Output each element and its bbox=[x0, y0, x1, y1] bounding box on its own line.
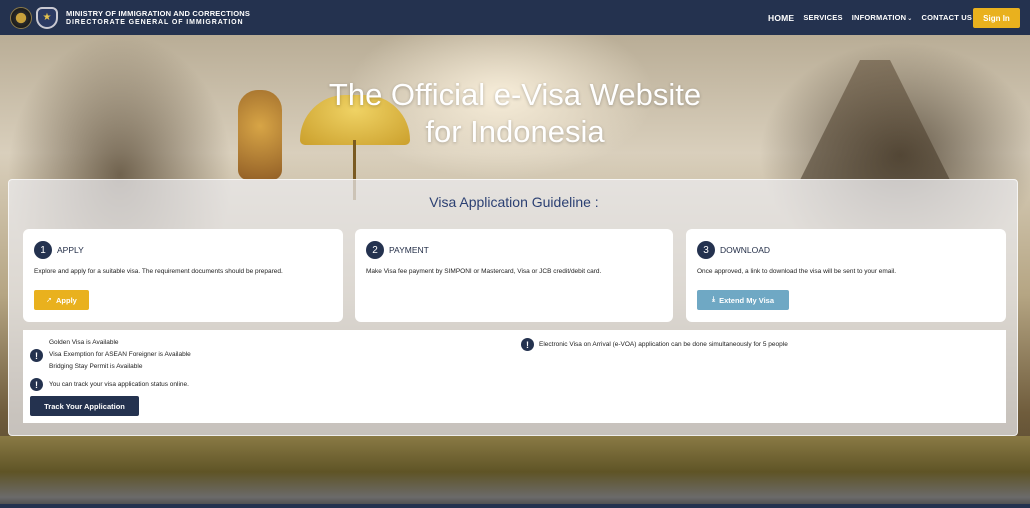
notice-box: ! Golden Visa is Available Visa Exemptio… bbox=[23, 330, 1006, 423]
availability-notices: Golden Visa is Available Visa Exemption … bbox=[49, 337, 191, 373]
step-header: 2 PAYMENT bbox=[366, 241, 429, 259]
nav-services[interactable]: SERVICES bbox=[803, 13, 842, 22]
step-number-badge: 3 bbox=[697, 241, 715, 259]
extend-button-label: Extend My Visa bbox=[719, 295, 774, 305]
chevron-down-icon: ⌄ bbox=[907, 16, 913, 22]
step-number-badge: 2 bbox=[366, 241, 384, 259]
guideline-panel: Visa Application Guideline : 1 APPLY Exp… bbox=[8, 179, 1018, 436]
step-description: Once approved, a link to download the vi… bbox=[697, 268, 897, 275]
hero-title: The Official e-Visa Website for Indonesi… bbox=[0, 76, 1030, 150]
nav-home[interactable]: HOME bbox=[768, 13, 794, 23]
garuda-emblem-icon bbox=[10, 6, 32, 29]
send-icon: ➚ bbox=[46, 297, 53, 304]
exclamation-icon: ! bbox=[30, 349, 43, 362]
notice-asean-exemption: Visa Exemption for ASEAN Foreigner is Av… bbox=[49, 351, 191, 358]
notice-bridging-stay: Bridging Stay Permit is Available bbox=[49, 363, 143, 370]
top-navbar: ★ MINISTRY OF IMMIGRATION AND CORRECTION… bbox=[0, 0, 1030, 35]
evoa-notice: Electronic Visa on Arrival (e-VOA) appli… bbox=[539, 341, 788, 348]
hero-title-line-1: The Official e-Visa Website bbox=[328, 77, 702, 112]
step-title: DOWNLOAD bbox=[720, 245, 771, 255]
step-header: 1 APPLY bbox=[34, 241, 84, 259]
guideline-title: Visa Application Guideline : bbox=[429, 194, 599, 210]
track-application-button[interactable]: Track Your Application bbox=[30, 396, 139, 416]
nav-menu: HOME SERVICES INFORMATION⌄ CONTACT US bbox=[768, 0, 981, 35]
hero-title-line-2: for Indonesia bbox=[425, 114, 605, 149]
step-card-apply: 1 APPLY Explore and apply for a suitable… bbox=[23, 229, 343, 322]
step-description: Explore and apply for a suitable visa. T… bbox=[34, 268, 283, 275]
nav-contact-us[interactable]: CONTACT US bbox=[922, 13, 973, 22]
step-card-download: 3 DOWNLOAD Once approved, a link to down… bbox=[686, 229, 1006, 322]
ministry-line-2: DIRECTORATE GENERAL OF IMMIGRATION bbox=[66, 18, 244, 26]
immigration-badge-icon: ★ bbox=[36, 6, 58, 29]
ground-strip bbox=[0, 436, 1030, 508]
step-title: PAYMENT bbox=[389, 245, 429, 255]
bottom-bar bbox=[0, 504, 1030, 508]
nav-information[interactable]: INFORMATION⌄ bbox=[852, 13, 913, 22]
download-icon: ⤓ bbox=[712, 296, 716, 303]
step-number-badge: 1 bbox=[34, 241, 52, 259]
apply-button[interactable]: ➚ Apply bbox=[34, 290, 89, 310]
track-notice: You can track your visa application stat… bbox=[49, 381, 189, 388]
extend-my-visa-button[interactable]: ⤓ Extend My Visa bbox=[697, 290, 789, 310]
step-card-payment: 2 PAYMENT Make Visa fee payment by SIMPO… bbox=[355, 229, 673, 322]
notice-golden-visa: Golden Visa is Available bbox=[49, 339, 119, 346]
step-header: 3 DOWNLOAD bbox=[697, 241, 770, 259]
ministry-name: MINISTRY OF IMMIGRATION AND CORRECTIONS … bbox=[66, 9, 250, 27]
exclamation-icon: ! bbox=[521, 338, 534, 351]
sign-in-button[interactable]: Sign In bbox=[973, 8, 1020, 28]
exclamation-icon: ! bbox=[30, 378, 43, 391]
step-description: Make Visa fee payment by SIMPONI or Mast… bbox=[366, 268, 602, 275]
apply-button-label: Apply bbox=[56, 295, 77, 305]
ministry-line-1: MINISTRY OF IMMIGRATION AND CORRECTIONS bbox=[66, 8, 251, 18]
nav-information-label: INFORMATION bbox=[851, 13, 907, 22]
step-title: APPLY bbox=[57, 245, 84, 255]
